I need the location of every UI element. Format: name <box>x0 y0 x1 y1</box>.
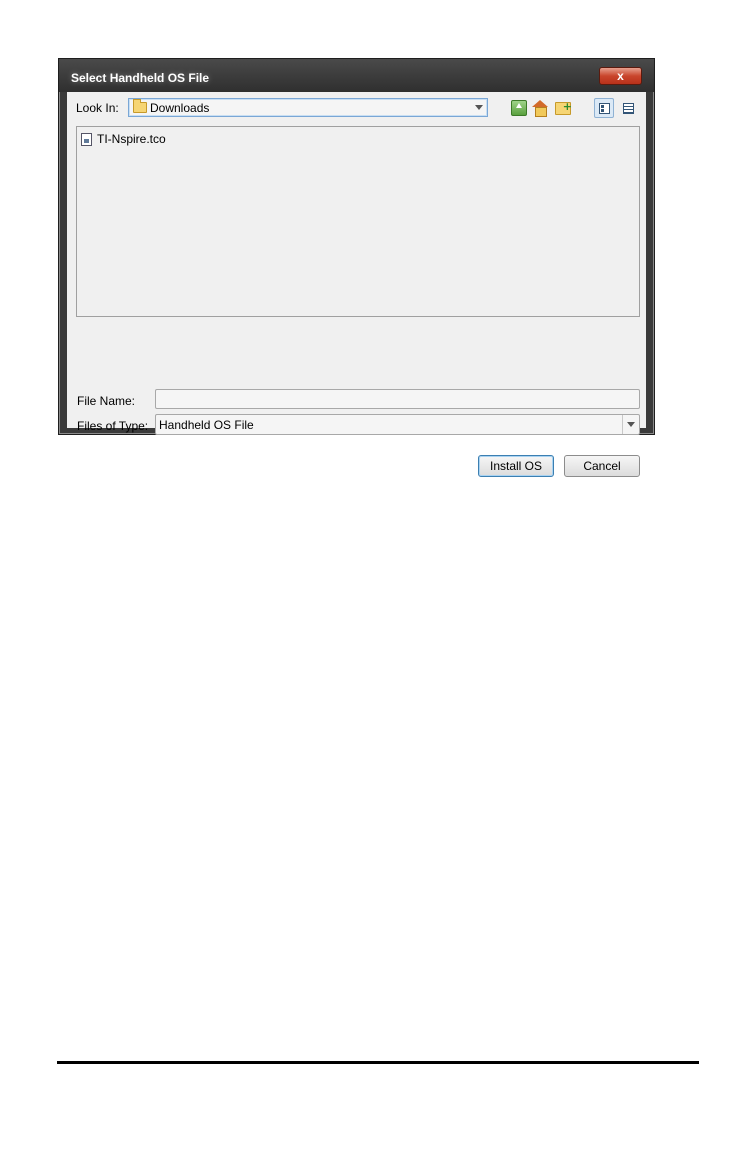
look-in-dropdown[interactable]: Downloads <box>128 98 488 117</box>
chevron-down-icon[interactable] <box>622 415 639 434</box>
chevron-down-icon[interactable] <box>475 105 483 110</box>
files-of-type-value: Handheld OS File <box>159 418 254 432</box>
title-bar[interactable]: Select Handheld OS File x <box>59 59 654 92</box>
folder-icon <box>133 99 147 113</box>
list-item[interactable]: TI-Nspire.tco <box>81 131 166 147</box>
file-icon <box>81 132 92 146</box>
close-button[interactable]: x <box>599 67 642 85</box>
cancel-button[interactable]: Cancel <box>564 455 640 477</box>
list-view-button[interactable] <box>594 98 614 118</box>
select-os-file-dialog: Select Handheld OS File x Look In: Downl… <box>58 58 655 477</box>
install-os-button[interactable]: Install OS <box>478 455 554 477</box>
files-of-type-dropdown[interactable]: Handheld OS File <box>155 414 640 435</box>
home-icon[interactable] <box>532 100 548 117</box>
file-list[interactable]: TI-Nspire.tco <box>76 126 640 317</box>
file-name-input[interactable] <box>155 389 640 409</box>
list-view-icon <box>599 103 610 114</box>
file-name-label: File Name: <box>77 394 136 408</box>
page-footer-rule <box>57 1061 699 1064</box>
details-view-icon <box>623 103 634 114</box>
file-name: TI-Nspire.tco <box>97 132 166 146</box>
up-one-level-icon[interactable] <box>511 100 527 116</box>
details-view-button[interactable] <box>618 98 638 118</box>
files-of-type-label: Files of Type: <box>77 419 149 433</box>
new-folder-icon[interactable] <box>555 100 572 115</box>
look-in-value: Downloads <box>150 101 210 115</box>
dialog-body: Look In: Downloads TI-Nspire.tco File Na… <box>67 92 646 477</box>
look-in-label: Look In: <box>76 101 119 115</box>
dialog-title: Select Handheld OS File <box>71 71 210 85</box>
